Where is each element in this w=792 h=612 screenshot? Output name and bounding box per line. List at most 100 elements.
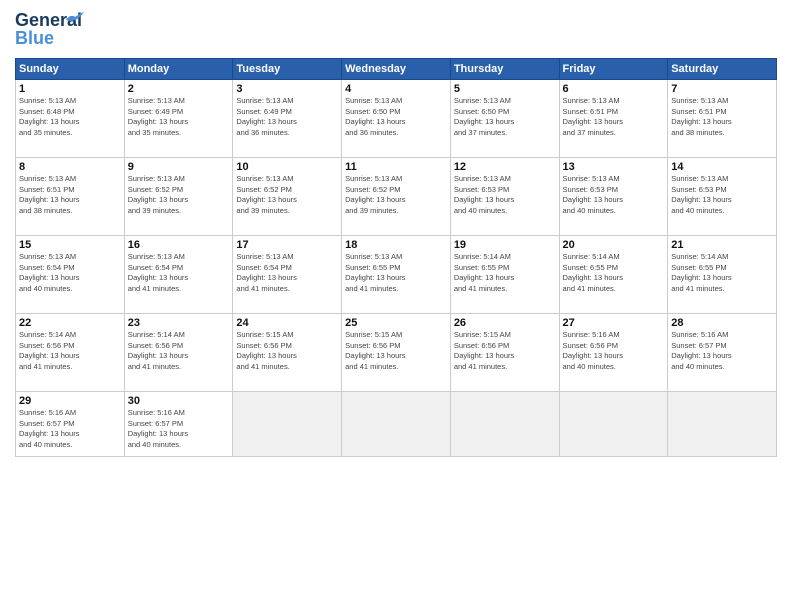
day-number: 30 [128,395,230,407]
day-number: 21 [671,239,773,251]
day-26: 26Sunrise: 5:15 AMSunset: 6:56 PMDayligh… [450,314,559,392]
day-27: 27Sunrise: 5:16 AMSunset: 6:56 PMDayligh… [559,314,668,392]
day-3: 3Sunrise: 5:13 AMSunset: 6:49 PMDaylight… [233,80,342,158]
day-number: 12 [454,161,556,173]
day-info: Sunrise: 5:13 AMSunset: 6:50 PMDaylight:… [345,96,447,138]
day-18: 18Sunrise: 5:13 AMSunset: 6:55 PMDayligh… [342,236,451,314]
day-info: Sunrise: 5:13 AMSunset: 6:50 PMDaylight:… [454,96,556,138]
day-1: 1Sunrise: 5:13 AMSunset: 6:48 PMDaylight… [16,80,125,158]
day-info: Sunrise: 5:13 AMSunset: 6:53 PMDaylight:… [454,174,556,216]
day-number: 25 [345,317,447,329]
day-number: 28 [671,317,773,329]
day-number: 9 [128,161,230,173]
day-info: Sunrise: 5:13 AMSunset: 6:49 PMDaylight:… [236,96,338,138]
day-number: 5 [454,83,556,95]
col-friday: Friday [559,59,668,80]
col-thursday: Thursday [450,59,559,80]
day-info: Sunrise: 5:14 AMSunset: 6:55 PMDaylight:… [671,252,773,294]
day-number: 4 [345,83,447,95]
day-10: 10Sunrise: 5:13 AMSunset: 6:52 PMDayligh… [233,158,342,236]
day-info: Sunrise: 5:13 AMSunset: 6:51 PMDaylight:… [19,174,121,216]
day-info: Sunrise: 5:14 AMSunset: 6:56 PMDaylight:… [128,330,230,372]
day-empty [450,392,559,457]
day-info: Sunrise: 5:13 AMSunset: 6:52 PMDaylight:… [128,174,230,216]
day-info: Sunrise: 5:13 AMSunset: 6:51 PMDaylight:… [671,96,773,138]
calendar-header-row: Sunday Monday Tuesday Wednesday Thursday… [16,59,777,80]
col-wednesday: Wednesday [342,59,451,80]
day-24: 24Sunrise: 5:15 AMSunset: 6:56 PMDayligh… [233,314,342,392]
day-8: 8Sunrise: 5:13 AMSunset: 6:51 PMDaylight… [16,158,125,236]
day-29: 29Sunrise: 5:16 AMSunset: 6:57 PMDayligh… [16,392,125,457]
day-2: 2Sunrise: 5:13 AMSunset: 6:49 PMDaylight… [124,80,233,158]
day-info: Sunrise: 5:13 AMSunset: 6:54 PMDaylight:… [128,252,230,294]
day-info: Sunrise: 5:13 AMSunset: 6:49 PMDaylight:… [128,96,230,138]
day-5: 5Sunrise: 5:13 AMSunset: 6:50 PMDaylight… [450,80,559,158]
day-empty [342,392,451,457]
week-row-1: 1Sunrise: 5:13 AMSunset: 6:48 PMDaylight… [16,80,777,158]
day-number: 24 [236,317,338,329]
day-6: 6Sunrise: 5:13 AMSunset: 6:51 PMDaylight… [559,80,668,158]
header: General Blue [15,10,777,50]
day-info: Sunrise: 5:13 AMSunset: 6:54 PMDaylight:… [236,252,338,294]
day-info: Sunrise: 5:13 AMSunset: 6:51 PMDaylight:… [563,96,665,138]
day-21: 21Sunrise: 5:14 AMSunset: 6:55 PMDayligh… [668,236,777,314]
day-15: 15Sunrise: 5:13 AMSunset: 6:54 PMDayligh… [16,236,125,314]
day-30: 30Sunrise: 5:16 AMSunset: 6:57 PMDayligh… [124,392,233,457]
day-info: Sunrise: 5:15 AMSunset: 6:56 PMDaylight:… [454,330,556,372]
day-number: 6 [563,83,665,95]
day-number: 27 [563,317,665,329]
day-info: Sunrise: 5:16 AMSunset: 6:57 PMDaylight:… [19,408,121,450]
calendar-table: Sunday Monday Tuesday Wednesday Thursday… [15,58,777,457]
day-number: 10 [236,161,338,173]
day-number: 7 [671,83,773,95]
day-info: Sunrise: 5:16 AMSunset: 6:57 PMDaylight:… [128,408,230,450]
col-tuesday: Tuesday [233,59,342,80]
day-19: 19Sunrise: 5:14 AMSunset: 6:55 PMDayligh… [450,236,559,314]
day-13: 13Sunrise: 5:13 AMSunset: 6:53 PMDayligh… [559,158,668,236]
day-number: 23 [128,317,230,329]
day-number: 17 [236,239,338,251]
col-sunday: Sunday [16,59,125,80]
day-number: 15 [19,239,121,251]
day-empty [668,392,777,457]
day-number: 20 [563,239,665,251]
day-7: 7Sunrise: 5:13 AMSunset: 6:51 PMDaylight… [668,80,777,158]
day-4: 4Sunrise: 5:13 AMSunset: 6:50 PMDaylight… [342,80,451,158]
day-info: Sunrise: 5:14 AMSunset: 6:55 PMDaylight:… [454,252,556,294]
logo-bird-icon [66,12,84,26]
logo-blue: Blue [15,28,54,49]
day-info: Sunrise: 5:16 AMSunset: 6:57 PMDaylight:… [671,330,773,372]
day-empty [559,392,668,457]
day-number: 2 [128,83,230,95]
day-number: 18 [345,239,447,251]
day-25: 25Sunrise: 5:15 AMSunset: 6:56 PMDayligh… [342,314,451,392]
day-info: Sunrise: 5:13 AMSunset: 6:53 PMDaylight:… [671,174,773,216]
week-row-4: 22 Sunrise: 5:14 AMSunset: 6:56 PMDayligh… [16,314,777,392]
col-saturday: Saturday [668,59,777,80]
day-number: 26 [454,317,556,329]
page: General Blue Sunday Monday Tuesday Wedne… [0,0,792,612]
day-12: 12Sunrise: 5:13 AMSunset: 6:53 PMDayligh… [450,158,559,236]
day-number: 22 [19,317,121,329]
day-info: Sunrise: 5:16 AMSunset: 6:56 PMDaylight:… [563,330,665,372]
day-empty [233,392,342,457]
day-11: 11Sunrise: 5:13 AMSunset: 6:52 PMDayligh… [342,158,451,236]
day-17: 17Sunrise: 5:13 AMSunset: 6:54 PMDayligh… [233,236,342,314]
day-number: 16 [128,239,230,251]
day-info: Sunrise: 5:13 AMSunset: 6:52 PMDaylight:… [236,174,338,216]
day-16: 16Sunrise: 5:13 AMSunset: 6:54 PMDayligh… [124,236,233,314]
logo: General Blue [15,10,75,50]
day-28: 28Sunrise: 5:16 AMSunset: 6:57 PMDayligh… [668,314,777,392]
day-number: 8 [19,161,121,173]
day-number: 14 [671,161,773,173]
day-info: Sunrise: 5:13 AMSunset: 6:52 PMDaylight:… [345,174,447,216]
col-monday: Monday [124,59,233,80]
day-number: 11 [345,161,447,173]
day-info: Sunrise: 5:13 AMSunset: 6:54 PMDaylight:… [19,252,121,294]
day-info: Sunrise: 5:14 AMSunset: 6:55 PMDaylight:… [563,252,665,294]
day-info: Sunrise: 5:15 AMSunset: 6:56 PMDaylight:… [236,330,338,372]
day-info: Sunrise: 5:13 AMSunset: 6:53 PMDaylight:… [563,174,665,216]
day-number: 1 [19,83,121,95]
week-row-5: 29Sunrise: 5:16 AMSunset: 6:57 PMDayligh… [16,392,777,457]
day-9: 9Sunrise: 5:13 AMSunset: 6:52 PMDaylight… [124,158,233,236]
